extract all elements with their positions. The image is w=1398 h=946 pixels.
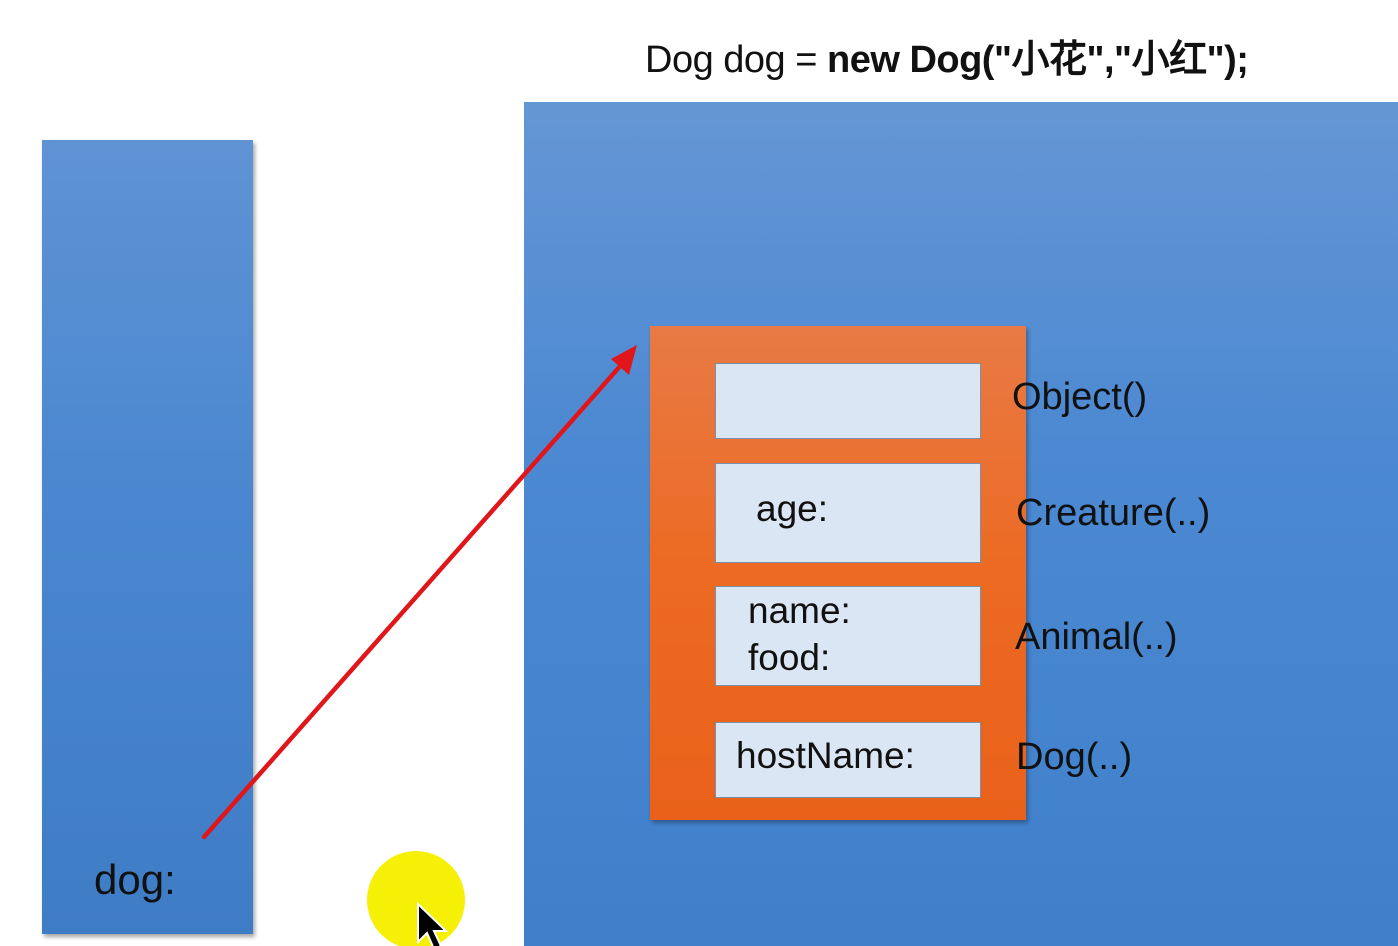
field-hostname: hostName:: [736, 735, 915, 776]
object-segment: [715, 363, 981, 439]
animal-segment: name: food:: [715, 586, 981, 686]
label-object-constructor: Object(): [1012, 376, 1148, 418]
label-creature-constructor: Creature(..): [1016, 492, 1211, 534]
stack-variable-dog: dog:: [94, 856, 176, 903]
code-new-expression: new Dog("小花","小红");: [826, 39, 1249, 81]
code-statement: Dog dog = new Dog("小花","小红");: [645, 28, 1249, 83]
code-prefix: Dog dog =: [645, 39, 827, 81]
field-food: food:: [748, 637, 831, 678]
stack-panel: dog:: [42, 140, 253, 934]
creature-segment: age:: [715, 463, 981, 563]
field-age: age:: [756, 488, 829, 529]
field-name: name:: [748, 590, 851, 631]
cursor-icon: [417, 902, 449, 946]
label-dog-constructor: Dog(..): [1016, 736, 1133, 778]
label-animal-constructor: Animal(..): [1015, 616, 1178, 658]
dog-segment: hostName:: [715, 722, 981, 798]
memory-diagram: Dog dog = new Dog("小花","小红"); dog: age: …: [0, 0, 1398, 946]
